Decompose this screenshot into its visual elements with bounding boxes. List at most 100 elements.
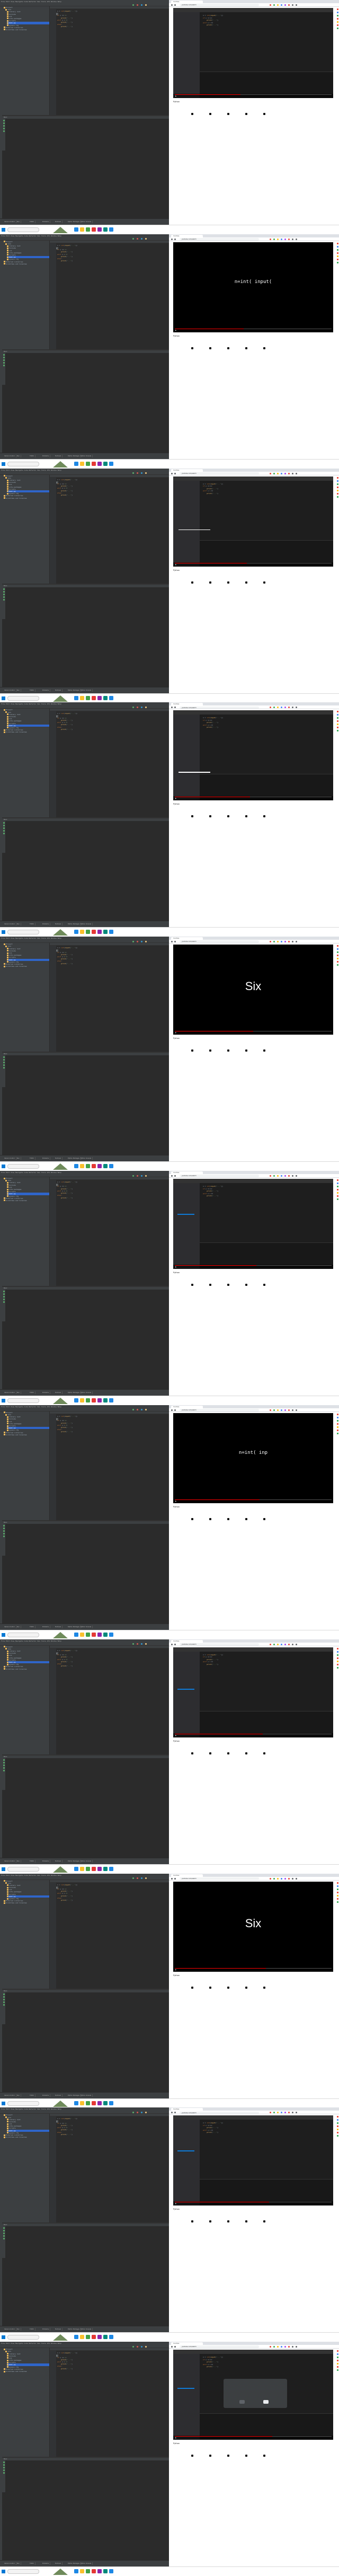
side-panel-icon[interactable]	[336, 1426, 338, 1428]
taskbar-app-icon[interactable]	[74, 930, 78, 934]
side-panel-icon[interactable]	[336, 1901, 338, 1903]
extension-icon[interactable]	[296, 707, 297, 709]
status-6[interactable]: Python Console	[79, 2094, 93, 2097]
progress-bar[interactable]	[175, 94, 332, 95]
status-0[interactable]: Version Control	[3, 1391, 16, 1395]
extension-icon[interactable]	[270, 941, 271, 943]
status-1[interactable]: Run	[16, 1625, 21, 1628]
status-5[interactable]: Python Packages	[67, 689, 81, 692]
taskbar-app-icon[interactable]	[80, 1632, 84, 1637]
extension-icon[interactable]	[273, 1643, 275, 1645]
debug-icon[interactable]	[141, 1877, 142, 1880]
rerun-icon[interactable]	[3, 588, 5, 590]
more-icon[interactable]	[261, 2455, 267, 2457]
stop-icon[interactable]	[137, 238, 138, 240]
extension-icon[interactable]	[284, 472, 286, 474]
play-icon[interactable]: ▶	[175, 1735, 176, 1736]
rerun-icon[interactable]	[3, 2235, 5, 2237]
status-4[interactable]: Terminal	[54, 1625, 63, 1628]
side-panel-icon[interactable]	[336, 492, 338, 495]
refresh-icon[interactable]	[171, 1409, 173, 1411]
extension-icon[interactable]	[277, 941, 279, 943]
taskbar-app-icon[interactable]	[92, 1866, 96, 1871]
status-3[interactable]: Problems	[41, 689, 50, 692]
refresh-icon[interactable]	[171, 1643, 173, 1645]
play-icon[interactable]: ▶	[175, 1501, 176, 1502]
extension-icon[interactable]	[270, 2346, 271, 2348]
build-icon[interactable]	[145, 472, 147, 474]
video-player[interactable]: n=int( inp ▶	[173, 1413, 333, 1503]
extension-icon[interactable]	[288, 2112, 290, 2114]
status-3[interactable]: Problems	[41, 2328, 50, 2331]
taskbar-app-icon[interactable]	[103, 930, 108, 934]
taskbar-app-icon[interactable]	[97, 1164, 102, 1169]
stop-icon[interactable]	[137, 1409, 138, 1411]
status-5[interactable]: Python Packages	[67, 220, 81, 223]
tree-item[interactable]: Scratches and Consoles	[4, 1668, 49, 1670]
side-panel-icon[interactable]	[336, 1891, 338, 1893]
side-panel-icon[interactable]	[336, 1419, 338, 1422]
status-6[interactable]: Python Console	[79, 1625, 93, 1628]
like-icon[interactable]	[189, 1518, 195, 1521]
refresh-icon[interactable]	[171, 2112, 173, 2114]
rerun-icon[interactable]	[3, 1759, 5, 1761]
rerun-icon[interactable]	[3, 1296, 5, 1298]
side-panel-icon[interactable]	[336, 1660, 338, 1662]
side-panel-icon[interactable]	[336, 261, 338, 263]
rerun-icon[interactable]	[3, 2230, 5, 2232]
extension-icon[interactable]	[281, 238, 282, 240]
status-4[interactable]: Terminal	[54, 923, 63, 926]
status-3[interactable]: Problems	[41, 923, 50, 926]
side-panel-icon[interactable]	[336, 1888, 338, 1890]
extension-icon[interactable]	[288, 1175, 290, 1177]
side-panel-icon[interactable]	[336, 18, 338, 20]
side-panel-icon[interactable]	[336, 1882, 338, 1884]
share-icon[interactable]	[225, 815, 231, 818]
extension-icon[interactable]	[270, 707, 271, 709]
video-player[interactable]: n = int(input("...")) if n == 6: print("…	[173, 2350, 333, 2440]
rerun-icon[interactable]	[3, 128, 5, 129]
rerun-icon[interactable]	[3, 2227, 5, 2229]
video-player[interactable]: n = int(input("...")) if n == 6: print("…	[173, 2115, 333, 2206]
status-0[interactable]: Version Control	[3, 2328, 16, 2331]
taskbar-app-icon[interactable]	[97, 1632, 102, 1637]
side-panel-icon[interactable]	[336, 1894, 338, 1896]
refresh-icon[interactable]	[171, 4, 173, 6]
extension-icon[interactable]	[288, 4, 290, 6]
windows-start-icon[interactable]	[2, 1165, 5, 1169]
extension-icon[interactable]	[284, 1409, 286, 1411]
side-panel-icon[interactable]	[336, 964, 338, 966]
more-icon[interactable]	[261, 2220, 267, 2223]
run-icon[interactable]	[132, 238, 134, 240]
taskbar-search[interactable]	[7, 2335, 39, 2340]
side-panel-icon[interactable]	[336, 2350, 338, 2352]
stop-icon[interactable]	[137, 472, 138, 474]
video-player[interactable]: n = int(input("...")) if n == 6: print("…	[173, 476, 333, 567]
taskbar-app-icon[interactable]	[109, 1398, 113, 1403]
side-panel-icon[interactable]	[336, 730, 338, 732]
play-icon[interactable]: ▶	[175, 2203, 176, 2204]
rerun-icon[interactable]	[3, 1764, 5, 1766]
side-panel-icon[interactable]	[336, 2119, 338, 2121]
status-4[interactable]: Terminal	[54, 689, 63, 692]
taskbar-search[interactable]	[7, 2101, 39, 2106]
status-3[interactable]: Problems	[41, 454, 50, 457]
stop-icon[interactable]	[137, 2345, 138, 2348]
taskbar-app-icon[interactable]	[74, 1632, 78, 1637]
back-icon[interactable]	[174, 941, 176, 943]
progress-bar[interactable]	[175, 1968, 332, 1969]
taskbar-app-icon[interactable]	[80, 227, 84, 232]
run-icon[interactable]	[132, 940, 134, 942]
share-icon[interactable]	[225, 113, 231, 116]
back-icon[interactable]	[174, 1643, 176, 1645]
extension-icon[interactable]	[277, 1175, 279, 1177]
taskbar-search[interactable]	[7, 227, 39, 233]
taskbar-app-icon[interactable]	[109, 1164, 113, 1169]
status-5[interactable]: Python Packages	[67, 1157, 81, 1160]
extension-icon[interactable]	[281, 1409, 282, 1411]
back-icon[interactable]	[174, 2346, 176, 2348]
dislike-icon[interactable]	[207, 1518, 213, 1521]
status-0[interactable]: Version Control	[3, 689, 16, 692]
taskbar-app-icon[interactable]	[92, 2335, 96, 2340]
rerun-icon[interactable]	[3, 1056, 5, 1058]
